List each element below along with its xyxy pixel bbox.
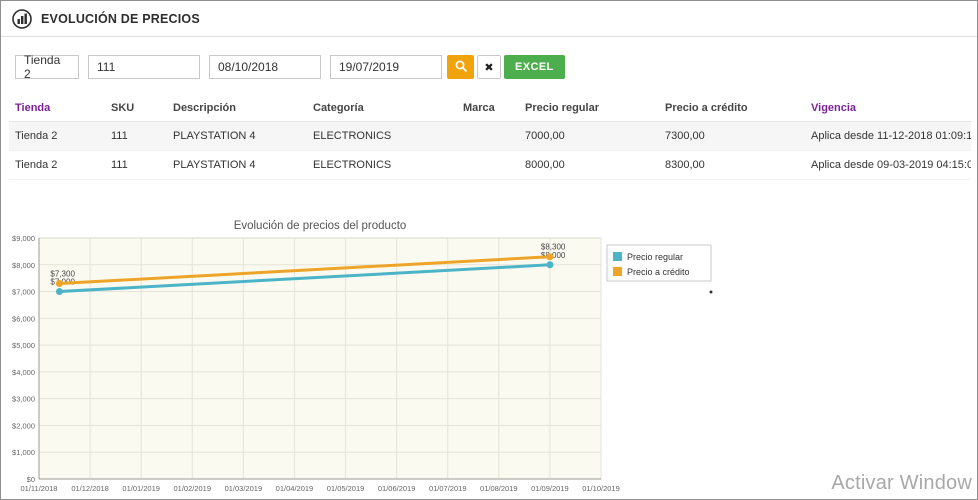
filter-actions: ✖ EXCEL <box>447 55 565 79</box>
svg-text:$4,000: $4,000 <box>12 368 35 377</box>
cell-descripcion: PLAYSTATION 4 <box>167 151 307 180</box>
price-evolution-chart: Evolución de precios del producto $0 $1,00… <box>9 219 729 499</box>
cell-precio-regular: 8000,00 <box>519 151 659 180</box>
date-to-input[interactable] <box>330 55 442 79</box>
bar-chart-icon <box>11 8 33 30</box>
close-icon: ✖ <box>484 61 493 74</box>
page-header: EVOLUCIÓN DE PRECIOS <box>1 1 977 37</box>
svg-text:$6,000: $6,000 <box>12 314 35 323</box>
svg-text:Precio regular: Precio regular <box>627 252 683 262</box>
col-precio-credito: Precio a crédito <box>659 95 805 122</box>
svg-text:Evolución de precios del produ: Evolución de precios del producto <box>234 220 407 232</box>
table-header-row: Tienda SKU Descripción Categoría Marca P… <box>9 95 971 122</box>
cell-marca <box>457 122 519 151</box>
svg-text:$0: $0 <box>27 475 35 484</box>
cell-precio-credito: 8300,00 <box>659 151 805 180</box>
excel-export-button[interactable]: EXCEL <box>504 55 565 79</box>
col-vigencia[interactable]: Vigencia <box>805 95 971 122</box>
store-select[interactable]: Tienda 2 <box>15 55 79 79</box>
filter-bar: Tienda 2 ✖ EXCEL <box>15 55 977 79</box>
clear-button[interactable]: ✖ <box>477 55 501 79</box>
svg-text:01/08/2019: 01/08/2019 <box>480 484 518 493</box>
svg-text:01/01/2019: 01/01/2019 <box>122 484 160 493</box>
svg-text:01/10/2019: 01/10/2019 <box>582 484 620 493</box>
price-table: Tienda SKU Descripción Categoría Marca P… <box>9 95 971 180</box>
svg-text:01/03/2019: 01/03/2019 <box>225 484 263 493</box>
cell-sku: 111 <box>105 122 167 151</box>
price-chart: Evolución de precios del producto $0 $1,00… <box>9 219 729 499</box>
date-from-input[interactable] <box>209 55 321 79</box>
svg-text:01/04/2019: 01/04/2019 <box>276 484 314 493</box>
sku-input[interactable] <box>88 55 200 79</box>
col-descripcion: Descripción <box>167 95 307 122</box>
svg-text:$2,000: $2,000 <box>12 421 35 430</box>
search-icon <box>454 59 468 76</box>
svg-text:$9,000: $9,000 <box>12 234 35 243</box>
col-sku: SKU <box>105 95 167 122</box>
col-categoria: Categoría <box>307 95 457 122</box>
page-title: EVOLUCIÓN DE PRECIOS <box>41 12 200 26</box>
svg-text:$3,000: $3,000 <box>12 395 35 404</box>
svg-text:01/12/2018: 01/12/2018 <box>71 484 109 493</box>
svg-text:Precio a crédito: Precio a crédito <box>627 267 690 277</box>
col-marca: Marca <box>457 95 519 122</box>
search-button[interactable] <box>447 55 474 79</box>
app-window: EVOLUCIÓN DE PRECIOS Tienda 2 ✖ EXCEL <box>0 0 978 500</box>
svg-text:01/09/2019: 01/09/2019 <box>531 484 569 493</box>
cell-categoria: ELECTRONICS <box>307 122 457 151</box>
cell-precio-regular: 7000,00 <box>519 122 659 151</box>
col-precio-regular: Precio regular <box>519 95 659 122</box>
table-row: Tienda 2 111 PLAYSTATION 4 ELECTRONICS 7… <box>9 122 971 151</box>
svg-text:$7,300: $7,300 <box>50 270 75 279</box>
cell-sku: 111 <box>105 151 167 180</box>
svg-text:$8,000: $8,000 <box>12 261 35 270</box>
cell-descripcion: PLAYSTATION 4 <box>167 122 307 151</box>
cell-tienda: Tienda 2 <box>9 151 105 180</box>
svg-text:01/02/2019: 01/02/2019 <box>173 484 211 493</box>
svg-text:01/11/2018: 01/11/2018 <box>21 484 58 493</box>
cell-precio-credito: 7300,00 <box>659 122 805 151</box>
cell-vigencia: Aplica desde 09-03-2019 04:15:03 <box>805 151 971 180</box>
cell-vigencia: Aplica desde 11-12-2018 01:09:12 <box>805 122 971 151</box>
svg-text:$1,000: $1,000 <box>12 448 35 457</box>
cell-tienda: Tienda 2 <box>9 122 105 151</box>
table-row: Tienda 2 111 PLAYSTATION 4 ELECTRONICS 8… <box>9 151 971 180</box>
windows-activation-watermark: Activar Window <box>831 472 972 495</box>
svg-text:01/05/2019: 01/05/2019 <box>327 484 365 493</box>
svg-text:01/07/2019: 01/07/2019 <box>429 484 467 493</box>
svg-text:$7,000: $7,000 <box>12 288 35 297</box>
cell-marca <box>457 151 519 180</box>
svg-text:$8,300: $8,300 <box>541 243 566 252</box>
cell-categoria: ELECTRONICS <box>307 151 457 180</box>
col-tienda[interactable]: Tienda <box>9 95 105 122</box>
svg-text:$5,000: $5,000 <box>12 341 35 350</box>
svg-text:01/06/2019: 01/06/2019 <box>378 484 416 493</box>
